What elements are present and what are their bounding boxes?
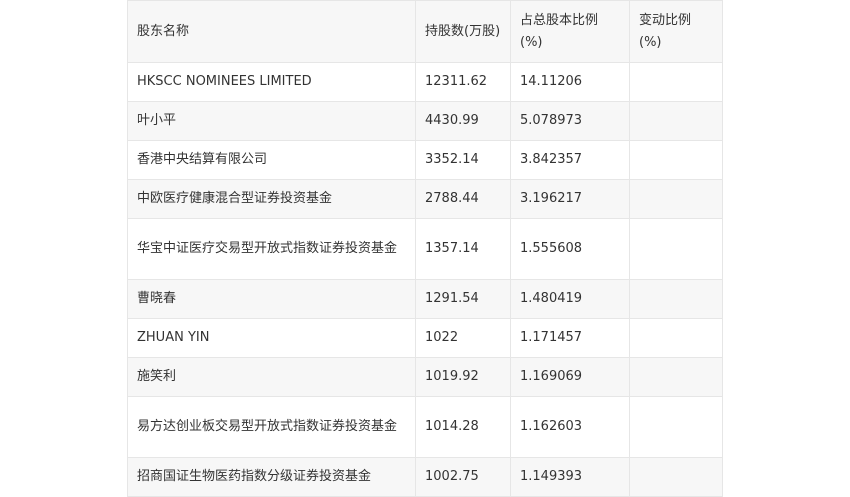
table-row: 叶小平 4430.99 5.078973 (127, 101, 723, 141)
cell-ratio: 1.555608 (510, 218, 630, 280)
cell-shares: 1291.54 (415, 279, 511, 319)
table-row: 曹晓春 1291.54 1.480419 (127, 279, 723, 319)
cell-ratio: 3.842357 (510, 140, 630, 180)
cell-shares: 2788.44 (415, 179, 511, 219)
cell-shares: 3352.14 (415, 140, 511, 180)
cell-name: ZHUAN YIN (127, 318, 416, 358)
cell-change (629, 279, 723, 319)
cell-name: 曹晓春 (127, 279, 416, 319)
cell-change (629, 318, 723, 358)
table-header-row: 股东名称 持股数(万股) 占总股本比例(%) 变动比例(%) (127, 0, 723, 63)
cell-name: 中欧医疗健康混合型证券投资基金 (127, 179, 416, 219)
cell-shares: 4430.99 (415, 101, 511, 141)
cell-change (629, 62, 723, 102)
cell-change (629, 218, 723, 280)
cell-name: 招商国证生物医药指数分级证券投资基金 (127, 457, 416, 497)
cell-ratio: 1.169069 (510, 357, 630, 397)
cell-change (629, 457, 723, 497)
cell-change (629, 357, 723, 397)
cell-change (629, 396, 723, 458)
table-row: 招商国证生物医药指数分级证券投资基金 1002.75 1.149393 (127, 457, 723, 497)
header-ratio: 占总股本比例(%) (510, 0, 630, 63)
cell-shares: 12311.62 (415, 62, 511, 102)
cell-ratio: 1.171457 (510, 318, 630, 358)
table-row: 香港中央结算有限公司 3352.14 3.842357 (127, 140, 723, 180)
cell-name: 香港中央结算有限公司 (127, 140, 416, 180)
cell-ratio: 3.196217 (510, 179, 630, 219)
cell-shares: 1357.14 (415, 218, 511, 280)
cell-change (629, 101, 723, 141)
cell-ratio: 5.078973 (510, 101, 630, 141)
cell-shares: 1014.28 (415, 396, 511, 458)
header-change: 变动比例(%) (629, 0, 723, 63)
shareholder-table: 股东名称 持股数(万股) 占总股本比例(%) 变动比例(%) HKSCC NOM… (127, 0, 723, 497)
table-row: 华宝中证医疗交易型开放式指数证券投资基金 1357.14 1.555608 (127, 218, 723, 280)
cell-name: HKSCC NOMINEES LIMITED (127, 62, 416, 102)
cell-name: 华宝中证医疗交易型开放式指数证券投资基金 (127, 218, 416, 280)
cell-shares: 1019.92 (415, 357, 511, 397)
header-shareholder-name: 股东名称 (127, 0, 416, 63)
cell-shares: 1022 (415, 318, 511, 358)
cell-ratio: 14.11206 (510, 62, 630, 102)
cell-change (629, 140, 723, 180)
shareholder-table-container: 股东名称 持股数(万股) 占总股本比例(%) 变动比例(%) HKSCC NOM… (127, 0, 723, 497)
cell-ratio: 1.149393 (510, 457, 630, 497)
table-row: ZHUAN YIN 1022 1.171457 (127, 318, 723, 358)
cell-ratio: 1.480419 (510, 279, 630, 319)
table-row: 中欧医疗健康混合型证券投资基金 2788.44 3.196217 (127, 179, 723, 219)
cell-name: 易方达创业板交易型开放式指数证券投资基金 (127, 396, 416, 458)
cell-change (629, 179, 723, 219)
cell-ratio: 1.162603 (510, 396, 630, 458)
cell-shares: 1002.75 (415, 457, 511, 497)
cell-name: 叶小平 (127, 101, 416, 141)
table-row: HKSCC NOMINEES LIMITED 12311.62 14.11206 (127, 62, 723, 102)
table-row: 施笑利 1019.92 1.169069 (127, 357, 723, 397)
header-shares: 持股数(万股) (415, 0, 511, 63)
cell-name: 施笑利 (127, 357, 416, 397)
table-row: 易方达创业板交易型开放式指数证券投资基金 1014.28 1.162603 (127, 396, 723, 458)
